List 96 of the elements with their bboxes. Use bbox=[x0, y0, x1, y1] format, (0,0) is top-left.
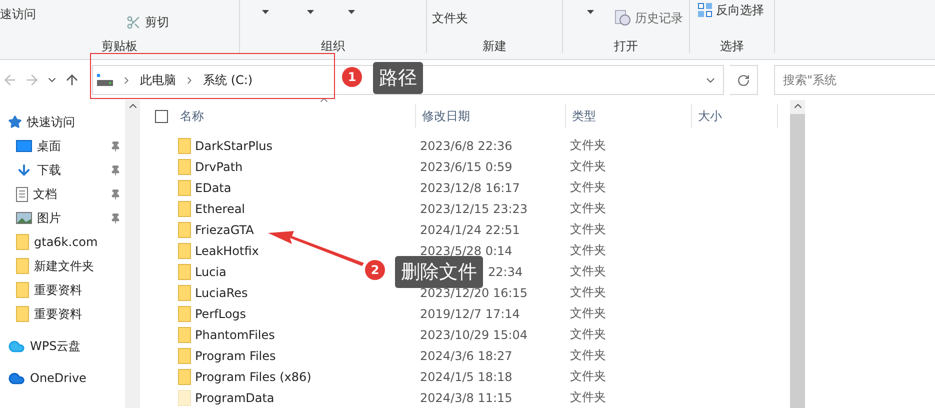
scrollbar[interactable] bbox=[125, 100, 140, 408]
step-badge: 2 bbox=[365, 260, 385, 280]
sidebar-item[interactable]: WPS云盘 bbox=[0, 334, 125, 358]
file-name[interactable]: DrvPath bbox=[195, 160, 243, 174]
sidebar-item[interactable]: 新建文件夹 bbox=[0, 254, 125, 278]
type-cell-text: 文件夹 bbox=[570, 263, 607, 280]
history-button[interactable]: 历史记录 bbox=[615, 10, 683, 26]
caret-icon[interactable] bbox=[348, 10, 355, 14]
callout-label: 删除文件 bbox=[395, 256, 483, 288]
sidebar-item[interactable]: 重要资料 bbox=[0, 278, 125, 302]
file-name[interactable]: LuciaRes bbox=[195, 286, 248, 300]
date-cell-text: 2024/3/8 11:15 bbox=[420, 390, 514, 404]
folder-icon bbox=[16, 258, 29, 274]
type-cell-text: 文件夹 bbox=[570, 242, 607, 259]
type-cell-text: 文件夹 bbox=[570, 200, 607, 217]
history-icon bbox=[615, 10, 631, 26]
star-icon bbox=[8, 115, 22, 129]
ribbon-button[interactable]: 文件夹 bbox=[432, 10, 468, 26]
scrollbar[interactable] bbox=[790, 100, 805, 408]
type-cell-text: 文件夹 bbox=[570, 137, 607, 154]
breadcrumb[interactable]: 此电脑 bbox=[140, 72, 176, 88]
date-cell-text: 22:34 bbox=[488, 264, 524, 278]
type-cell-text: 文件夹 bbox=[570, 305, 607, 322]
date-cell-text: 2023/10/29 15:04 bbox=[420, 328, 529, 342]
group-label: 打开 bbox=[613, 39, 639, 53]
caret-icon[interactable] bbox=[307, 10, 314, 14]
scissors-icon bbox=[126, 14, 141, 30]
sidebar-item[interactable]: gta6k.com bbox=[0, 230, 125, 254]
type-cell-text: 文件夹 bbox=[570, 368, 607, 385]
sidebar-item[interactable]: OneDrive bbox=[0, 366, 125, 390]
cut-button[interactable]: 剪切 bbox=[126, 14, 169, 30]
date-cell-text: 2023/12/8 16:17 bbox=[420, 180, 521, 194]
search-field[interactable]: 搜索"系统 bbox=[774, 65, 935, 95]
sidebar-item[interactable]: 快速访问 bbox=[0, 110, 125, 134]
type-cell-text: 文件夹 bbox=[570, 221, 607, 238]
download-icon bbox=[16, 162, 32, 178]
file-name[interactable]: DarkStarPlus bbox=[195, 138, 273, 152]
sidebar-item[interactable]: 图片 bbox=[0, 206, 125, 230]
date-cell-text: 2023/6/8 22:36 bbox=[420, 138, 514, 152]
breadcrumb[interactable]: 系统 (C:) bbox=[203, 72, 253, 88]
date-cell-text: 2024/3/6 18:27 bbox=[420, 348, 514, 362]
file-name[interactable]: LeakHotfix bbox=[195, 244, 259, 258]
date-cell-text: 2019/12/7 17:14 bbox=[420, 306, 521, 320]
file-name[interactable]: PhantomFiles bbox=[195, 328, 275, 342]
column-header[interactable]: 大小 bbox=[698, 104, 778, 128]
sidebar-item[interactable]: 下载 bbox=[0, 158, 125, 182]
picture-icon bbox=[16, 212, 32, 224]
file-name[interactable]: Program Files (x86) bbox=[195, 370, 312, 384]
group-label: 组织 bbox=[320, 39, 346, 53]
type-cell-text: 文件夹 bbox=[570, 158, 607, 175]
type-cell-text: 文件夹 bbox=[570, 179, 607, 196]
refresh-icon bbox=[736, 74, 750, 86]
caret-icon[interactable] bbox=[587, 10, 594, 14]
callout-label: 路径 bbox=[373, 62, 423, 94]
group-label: 选择 bbox=[719, 39, 745, 53]
column-header[interactable]: 名称 bbox=[180, 104, 416, 128]
file-name[interactable]: FriezaGTA bbox=[195, 222, 254, 236]
sidebar-item[interactable]: 文档 bbox=[0, 182, 125, 206]
up-button[interactable] bbox=[64, 72, 80, 88]
back-icon bbox=[2, 72, 18, 88]
date-cell-text: 2023/5/28 0:14 bbox=[420, 244, 514, 258]
column-header[interactable]: 修改日期 bbox=[422, 104, 566, 128]
drive-icon bbox=[97, 74, 113, 86]
folder-icon bbox=[16, 306, 29, 322]
sidebar-item[interactable]: 桌面 bbox=[0, 134, 125, 158]
document-icon bbox=[16, 186, 28, 202]
file-name[interactable]: ProgramData bbox=[195, 390, 274, 404]
refresh-button[interactable] bbox=[730, 65, 758, 95]
column-header[interactable]: 类型 bbox=[572, 104, 692, 128]
type-cell-text: 文件夹 bbox=[570, 347, 607, 364]
folder-icon bbox=[16, 282, 29, 298]
date-cell-text: 2024/1/5 18:18 bbox=[420, 370, 514, 384]
forward-icon bbox=[24, 72, 40, 88]
group-label: 剪贴板 bbox=[100, 39, 138, 53]
file-name[interactable]: Lucia bbox=[195, 264, 226, 278]
file-name[interactable]: Ethereal bbox=[195, 202, 246, 216]
date-cell-text: 2024/1/24 22:51 bbox=[420, 222, 521, 236]
file-name[interactable]: PerfLogs bbox=[195, 306, 246, 320]
sidebar-item[interactable]: 重要资料 bbox=[0, 302, 125, 326]
date-cell-text: 2023/12/15 23:23 bbox=[420, 202, 529, 216]
file-name[interactable]: Program Files bbox=[195, 348, 276, 362]
invert-selection-icon bbox=[698, 3, 712, 17]
folder-icon bbox=[16, 234, 29, 250]
group-label: 新建 bbox=[482, 39, 508, 53]
step-badge: 1 bbox=[342, 67, 362, 87]
invert-selection-button[interactable]: 反向选择 bbox=[698, 2, 764, 18]
type-cell-text: 文件夹 bbox=[570, 389, 607, 406]
ribbon-button[interactable]: 速访问 bbox=[0, 6, 36, 22]
type-cell-text: 文件夹 bbox=[570, 284, 607, 301]
select-all-checkbox[interactable] bbox=[155, 110, 168, 122]
caret-icon[interactable] bbox=[262, 10, 269, 14]
type-cell-text: 文件夹 bbox=[570, 326, 607, 343]
file-name[interactable]: EData bbox=[195, 180, 232, 194]
date-cell-text: 2023/12/20 16:15 bbox=[420, 286, 529, 300]
date-cell-text: 2023/6/15 0:59 bbox=[420, 160, 514, 174]
monitor-icon bbox=[16, 140, 32, 152]
